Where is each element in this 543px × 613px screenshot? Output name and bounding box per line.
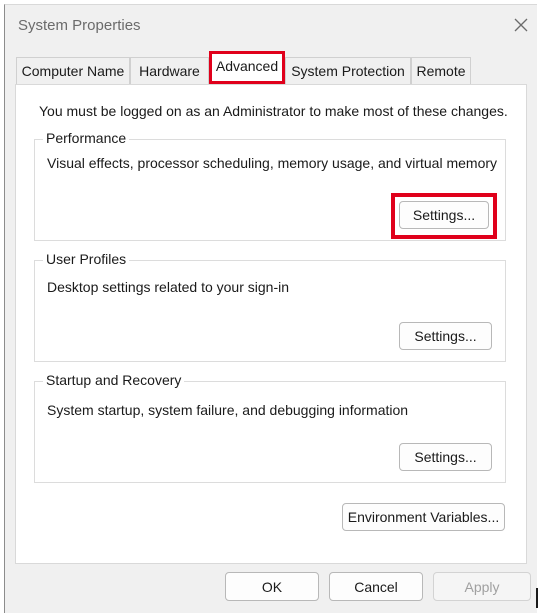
window-title: System Properties	[18, 17, 141, 34]
environment-variables-button[interactable]: Environment Variables...	[342, 503, 505, 531]
tab-computer-name[interactable]: Computer Name	[16, 57, 130, 84]
startup-recovery-description: System startup, system failure, and debu…	[47, 402, 409, 418]
user-profiles-description: Desktop settings related to your sign-in	[47, 279, 290, 295]
startup-recovery-legend: Startup and Recovery	[43, 372, 185, 388]
performance-legend: Performance	[43, 130, 130, 146]
admin-note: You must be logged on as an Administrato…	[39, 103, 508, 119]
cancel-button[interactable]: Cancel	[329, 572, 423, 601]
performance-description: Visual effects, processor scheduling, me…	[47, 155, 498, 171]
advanced-panel: You must be logged on as an Administrato…	[15, 84, 527, 564]
tab-remote[interactable]: Remote	[411, 57, 471, 84]
tab-advanced[interactable]: Advanced	[209, 51, 285, 84]
startup-recovery-settings-button[interactable]: Settings...	[399, 443, 492, 471]
system-properties-dialog: System Properties Computer Name Hardware…	[4, 4, 537, 613]
close-button[interactable]	[509, 13, 533, 37]
performance-settings-button[interactable]: Settings...	[399, 201, 489, 229]
tab-system-protection[interactable]: System Protection	[285, 57, 411, 84]
user-profiles-settings-button[interactable]: Settings...	[399, 322, 492, 350]
window-edge-marker	[536, 588, 538, 608]
user-profiles-legend: User Profiles	[43, 251, 130, 267]
apply-button[interactable]: Apply	[433, 572, 531, 601]
close-icon	[514, 18, 528, 32]
ok-button[interactable]: OK	[225, 572, 319, 601]
tab-hardware[interactable]: Hardware	[130, 57, 209, 84]
